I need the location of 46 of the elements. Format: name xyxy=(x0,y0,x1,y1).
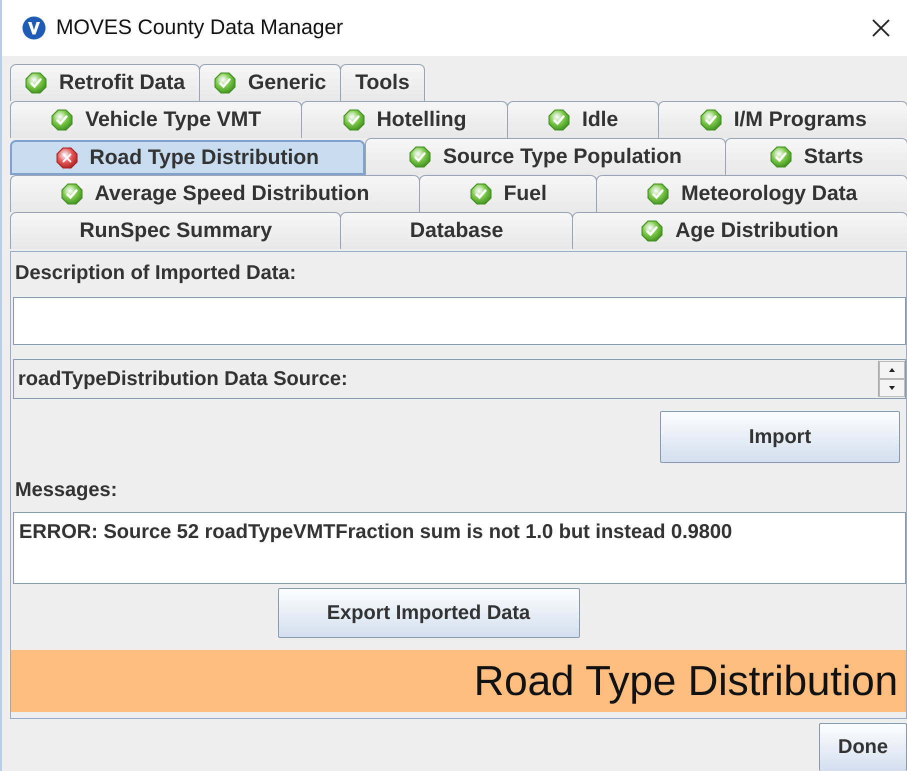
spin-up-button[interactable] xyxy=(879,361,905,379)
tab[interactable]: Tools xyxy=(340,64,425,101)
tab[interactable]: Generic xyxy=(199,64,342,101)
tab[interactable]: Hotelling xyxy=(301,101,508,138)
tab[interactable]: I/M Programs xyxy=(658,101,907,138)
close-icon[interactable] xyxy=(871,18,891,38)
message-text: ERROR: Source 52 roadTypeVMTFraction sum is not 1.0 but instead 0.9800 xyxy=(13,512,906,584)
check-icon xyxy=(342,109,365,131)
tab[interactable]: RunSpec Summary xyxy=(10,212,342,249)
check-icon xyxy=(25,72,47,94)
window-title: MOVES County Data Manager xyxy=(56,16,344,40)
tab[interactable]: Vehicle Type VMT xyxy=(10,101,302,138)
check-icon xyxy=(548,109,570,131)
tab[interactable]: Retrofit Data xyxy=(10,64,200,101)
tab[interactable]: Age Distribution xyxy=(572,212,907,249)
check-icon xyxy=(647,183,670,205)
tab[interactable]: Idle xyxy=(506,101,660,138)
spin-down-icon xyxy=(887,384,897,392)
spin-up-icon xyxy=(887,366,897,374)
field-label: Description of Imported Data: xyxy=(14,261,298,286)
field-label: roadTypeDistribution Data Source: xyxy=(17,366,349,392)
description-field[interactable] xyxy=(13,297,906,345)
data-source-field[interactable]: roadTypeDistribution Data Source: xyxy=(13,359,906,399)
tab[interactable]: Database xyxy=(340,212,573,249)
tab[interactable]: Meteorology Data xyxy=(596,175,907,212)
banner-title: Road Type Distribution xyxy=(11,650,906,712)
tab[interactable]: Starts xyxy=(725,138,907,175)
check-icon xyxy=(409,146,432,168)
check-icon xyxy=(214,72,236,94)
done-button[interactable]: Done xyxy=(819,723,907,771)
tab[interactable]: Source Type Population xyxy=(364,138,726,175)
error-icon xyxy=(56,146,78,168)
export-button[interactable]: Export Imported Data xyxy=(278,588,580,638)
tab[interactable]: Fuel xyxy=(418,175,598,212)
check-icon xyxy=(60,183,83,205)
check-icon xyxy=(641,220,664,242)
logo-icon xyxy=(22,16,46,40)
tab[interactable]: Average Speed Distribution xyxy=(10,175,420,212)
check-icon xyxy=(700,109,722,131)
import-button[interactable]: Import xyxy=(660,411,900,463)
check-icon xyxy=(51,109,74,131)
tab[interactable]: Road Type Distribution xyxy=(10,140,365,175)
spin-down-button[interactable] xyxy=(879,379,905,397)
check-icon xyxy=(470,183,492,205)
check-icon xyxy=(770,146,792,168)
messages-label: Messages: xyxy=(14,478,118,503)
